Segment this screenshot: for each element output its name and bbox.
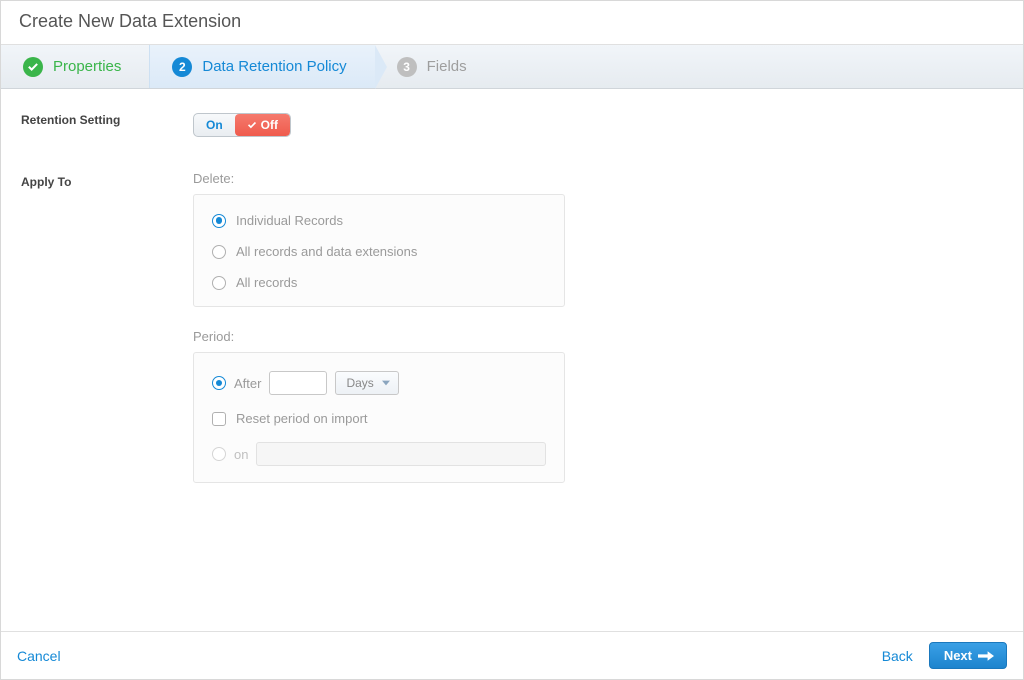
label-column: Retention Setting Apply To [21,113,173,621]
retention-toggle[interactable]: On Off [193,113,291,137]
radio-label: Individual Records [236,213,343,228]
radio-label: All records [236,275,297,290]
step-label: Properties [53,58,121,75]
step-data-retention[interactable]: 2 Data Retention Policy [149,45,374,88]
toggle-off-label: Off [261,118,278,132]
period-section-title: Period: [193,329,1003,344]
retention-setting-label: Retention Setting [21,113,173,127]
back-button[interactable]: Back [882,648,913,664]
period-panel: After Days Reset period on import on [193,352,565,483]
select-value: Days [346,376,373,390]
cancel-button[interactable]: Cancel [17,648,61,664]
after-value-input[interactable] [269,371,327,395]
toggle-on-option[interactable]: On [194,114,235,136]
on-label: on [234,447,248,462]
next-label: Next [944,648,972,663]
step-label: Data Retention Policy [202,58,346,75]
apply-to-label: Apply To [21,175,173,189]
radio-icon [212,276,226,290]
radio-all-records[interactable]: All records [212,275,546,290]
on-date-input [256,442,546,466]
toggle-off-option[interactable]: Off [235,114,290,136]
radio-icon [212,447,226,461]
delete-panel: Individual Records All records and data … [193,194,565,307]
dialog-title: Create New Data Extension [1,1,1023,45]
radio-label: All records and data extensions [236,244,417,259]
step-wizard: Properties 2 Data Retention Policy 3 Fie… [1,45,1023,89]
next-button[interactable]: Next [929,642,1007,669]
checkbox-label: Reset period on import [236,411,368,426]
radio-all-records-ext[interactable]: All records and data extensions [212,244,546,259]
radio-icon [212,214,226,228]
form-content: Retention Setting Apply To On Off Delete… [1,89,1023,631]
controls-column: On Off Delete: Individual Records All re… [193,113,1003,621]
step-label: Fields [427,58,467,75]
radio-individual-records[interactable]: Individual Records [212,213,546,228]
chevron-down-icon [382,380,390,386]
delete-section-title: Delete: [193,171,1003,186]
step-properties[interactable]: Properties [1,45,149,88]
check-icon [247,120,257,130]
check-icon [23,57,43,77]
reset-period-checkbox[interactable]: Reset period on import [212,411,546,426]
step-number-badge: 3 [397,57,417,77]
radio-after[interactable]: After Days [212,371,546,395]
dialog-footer: Cancel Back Next [1,631,1023,679]
step-number-badge: 2 [172,57,192,77]
radio-icon [212,376,226,390]
checkbox-icon [212,412,226,426]
radio-icon [212,245,226,259]
after-label: After [234,376,261,391]
arrow-right-icon [978,650,994,662]
step-fields[interactable]: 3 Fields [375,45,495,88]
radio-on-date[interactable]: on [212,442,546,466]
period-unit-select[interactable]: Days [335,371,398,395]
